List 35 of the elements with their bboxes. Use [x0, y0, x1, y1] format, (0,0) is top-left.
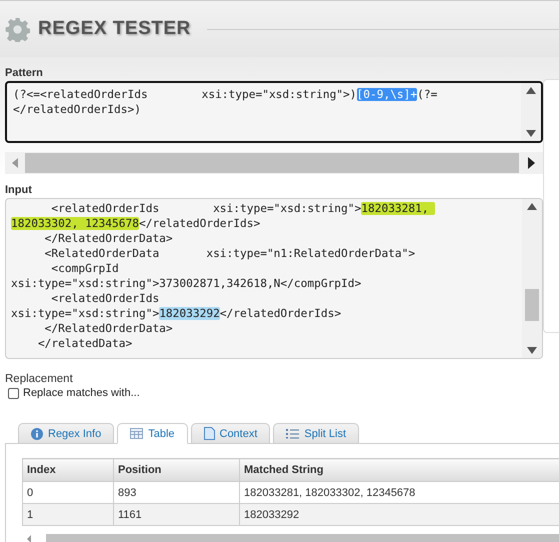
table-cell: 0 [22, 482, 114, 504]
table-cell: 1 [22, 504, 114, 526]
scroll-up-icon[interactable] [526, 87, 536, 94]
vertical-scrollbar[interactable] [522, 199, 542, 358]
table-cell: 182033292 [240, 504, 559, 526]
input-label: Input [5, 184, 33, 196]
scrollbar-thumb[interactable] [525, 289, 539, 321]
scroll-down-icon[interactable] [526, 130, 536, 137]
table-cell: 893 [114, 482, 240, 504]
gear-icon [5, 16, 30, 42]
column-header: Matched String [240, 458, 559, 482]
page-icon [204, 427, 214, 440]
tab[interactable]: Split List [273, 423, 359, 444]
info-icon [31, 428, 43, 440]
pattern-label: Pattern [5, 67, 44, 79]
column-header: Index [22, 458, 114, 482]
list-icon [286, 428, 300, 439]
table-cell: 182033281, 182033302, 12345678 [240, 482, 559, 504]
horizontal-scrollbar[interactable] [5, 152, 543, 174]
replacement-label: Replacement [5, 373, 74, 385]
checkbox-label: Replace matches with... [23, 387, 140, 399]
scrollbar-thumb[interactable] [25, 153, 519, 173]
scroll-up-icon[interactable] [527, 203, 537, 210]
replace-checkbox[interactable] [8, 388, 19, 398]
tab[interactable]: Regex Info [18, 423, 114, 444]
scroll-down-icon[interactable] [527, 347, 537, 354]
vertical-scrollbar[interactable] [521, 83, 541, 141]
pattern-field[interactable]: (?<=<relatedOrderIds xsi:type="xsd:string">)[0-9,\s]+(?= </relatedOrderIds>) [5, 81, 543, 143]
table-cell: 1161 [114, 504, 240, 526]
app-title: REGEX TESTER [38, 18, 191, 40]
input-field[interactable]: <relatedOrderIds xsi:type="xsd:string">182033281, 182033302, 12345678</relatedOrderIds> </RelatedOrderData> <RelatedOrderData xsi:type="n1:RelatedOrderData"> <compGrpId xsi:type="xsd:string">373002871,342618,N</compGrpId> <relatedOrderIds xsi:type="xsd:string">182033292</relatedOrderIds> </RelatedOrderData> </relatedData> [5, 198, 543, 359]
table-icon [130, 428, 144, 439]
tab[interactable]: Context [190, 423, 270, 444]
tab[interactable]: Table [117, 423, 188, 444]
column-header: Position [114, 458, 240, 482]
